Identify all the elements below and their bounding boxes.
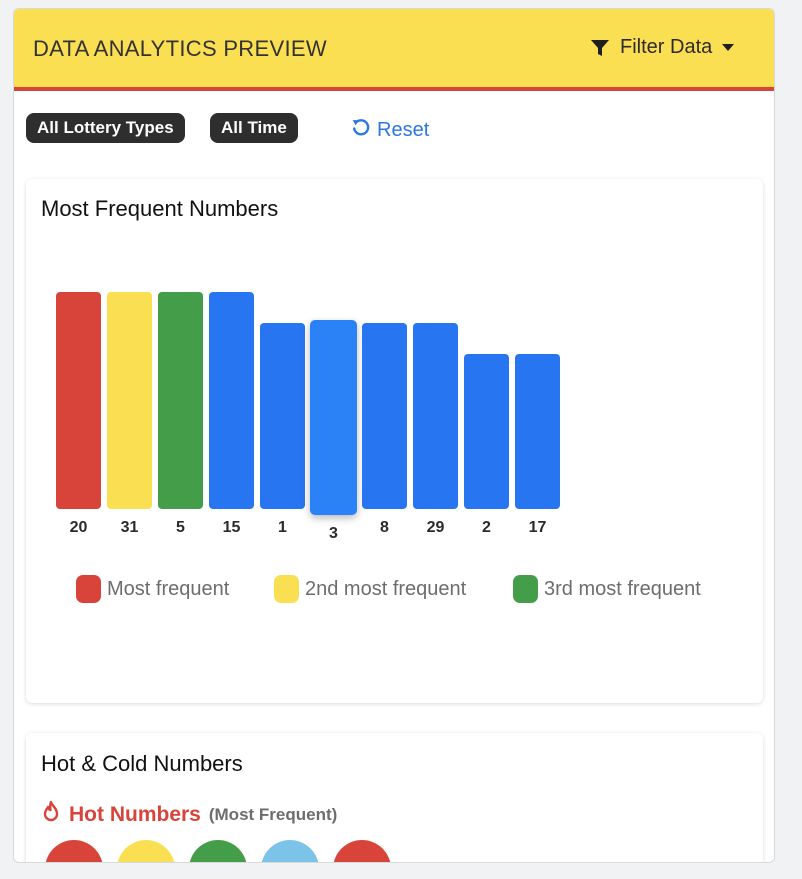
- most-frequent-card: Most Frequent Numbers 20 31 5 15 1 3 8 29 2 17 Mo…: [26, 179, 763, 703]
- analytics-panel: DATA ANALYTICS PREVIEW Filter Data All L…: [13, 8, 775, 863]
- legend-label: Most frequent: [107, 577, 230, 600]
- hot-cold-card: Hot & Cold Numbers Hot Numbers (Most Fre…: [26, 733, 763, 862]
- chart-legend: Most frequent 2nd most frequent 3rd most f…: [76, 575, 756, 605]
- hot-numbers-sublabel: (Most Frequent): [208, 804, 338, 824]
- x-tick-label: 29: [426, 519, 445, 536]
- hot-number-ball: [189, 840, 247, 862]
- frequency-bar-chart: 20 31 5 15 1 3 8 29 2 17: [26, 179, 763, 703]
- hot-number-ball: [261, 840, 319, 862]
- x-tick-label: 20: [69, 519, 88, 536]
- bar-3[interactable]: [310, 320, 357, 515]
- legend-label: 3rd most frequent: [544, 577, 701, 600]
- x-tick-label: 5: [176, 519, 185, 536]
- bar-17[interactable]: [515, 354, 560, 509]
- legend-swatch: [513, 575, 538, 603]
- hot-numbers-heading: Hot Numbers (Most Frequent): [41, 800, 338, 828]
- chip-lottery-type[interactable]: All Lottery Types: [26, 113, 185, 143]
- hot-number-ball: [117, 840, 175, 862]
- legend-label: 2nd most frequent: [305, 577, 467, 600]
- reset-button[interactable]: Reset: [351, 117, 429, 143]
- bar-20[interactable]: [56, 292, 101, 509]
- caret-down-icon: [722, 43, 735, 52]
- legend-item[interactable]: Most frequent: [76, 575, 229, 603]
- active-filters: All Lottery Types All Time Reset: [26, 113, 766, 143]
- x-tick-label: 3: [329, 525, 338, 542]
- legend-item[interactable]: 3rd most frequent: [513, 575, 701, 603]
- bar-1[interactable]: [260, 323, 305, 509]
- filter-data-label: Filter Data: [620, 36, 713, 58]
- bar-8[interactable]: [362, 323, 407, 509]
- bar-2[interactable]: [464, 354, 509, 509]
- x-tick-label: 15: [222, 519, 241, 536]
- x-tick-label: 2: [482, 519, 491, 536]
- x-tick-label: 1: [278, 519, 287, 536]
- hot-numbers-label: Hot Numbers: [69, 802, 201, 826]
- page-title: DATA ANALYTICS PREVIEW: [33, 36, 327, 61]
- bar-29[interactable]: [413, 323, 458, 509]
- hot-number-ball: [333, 840, 391, 862]
- hot-number-ball: [45, 840, 103, 862]
- fire-icon: [41, 800, 61, 828]
- x-tick-label: 8: [380, 519, 389, 536]
- legend-item[interactable]: 2nd most frequent: [274, 575, 466, 603]
- legend-swatch: [274, 575, 299, 603]
- panel-header: DATA ANALYTICS PREVIEW Filter Data: [14, 9, 774, 91]
- bar-5[interactable]: [158, 292, 203, 509]
- x-tick-label: 17: [528, 519, 547, 536]
- filter-data-dropdown[interactable]: Filter Data: [590, 36, 735, 59]
- bar-15[interactable]: [209, 292, 254, 509]
- legend-swatch: [76, 575, 101, 603]
- reset-label: Reset: [377, 118, 430, 141]
- chip-time-range[interactable]: All Time: [210, 113, 298, 143]
- bar-31[interactable]: [107, 292, 152, 509]
- undo-icon: [351, 117, 371, 143]
- x-tick-label: 31: [120, 519, 139, 536]
- filter-icon: [590, 38, 610, 58]
- card-title-hot-cold: Hot & Cold Numbers: [41, 751, 243, 776]
